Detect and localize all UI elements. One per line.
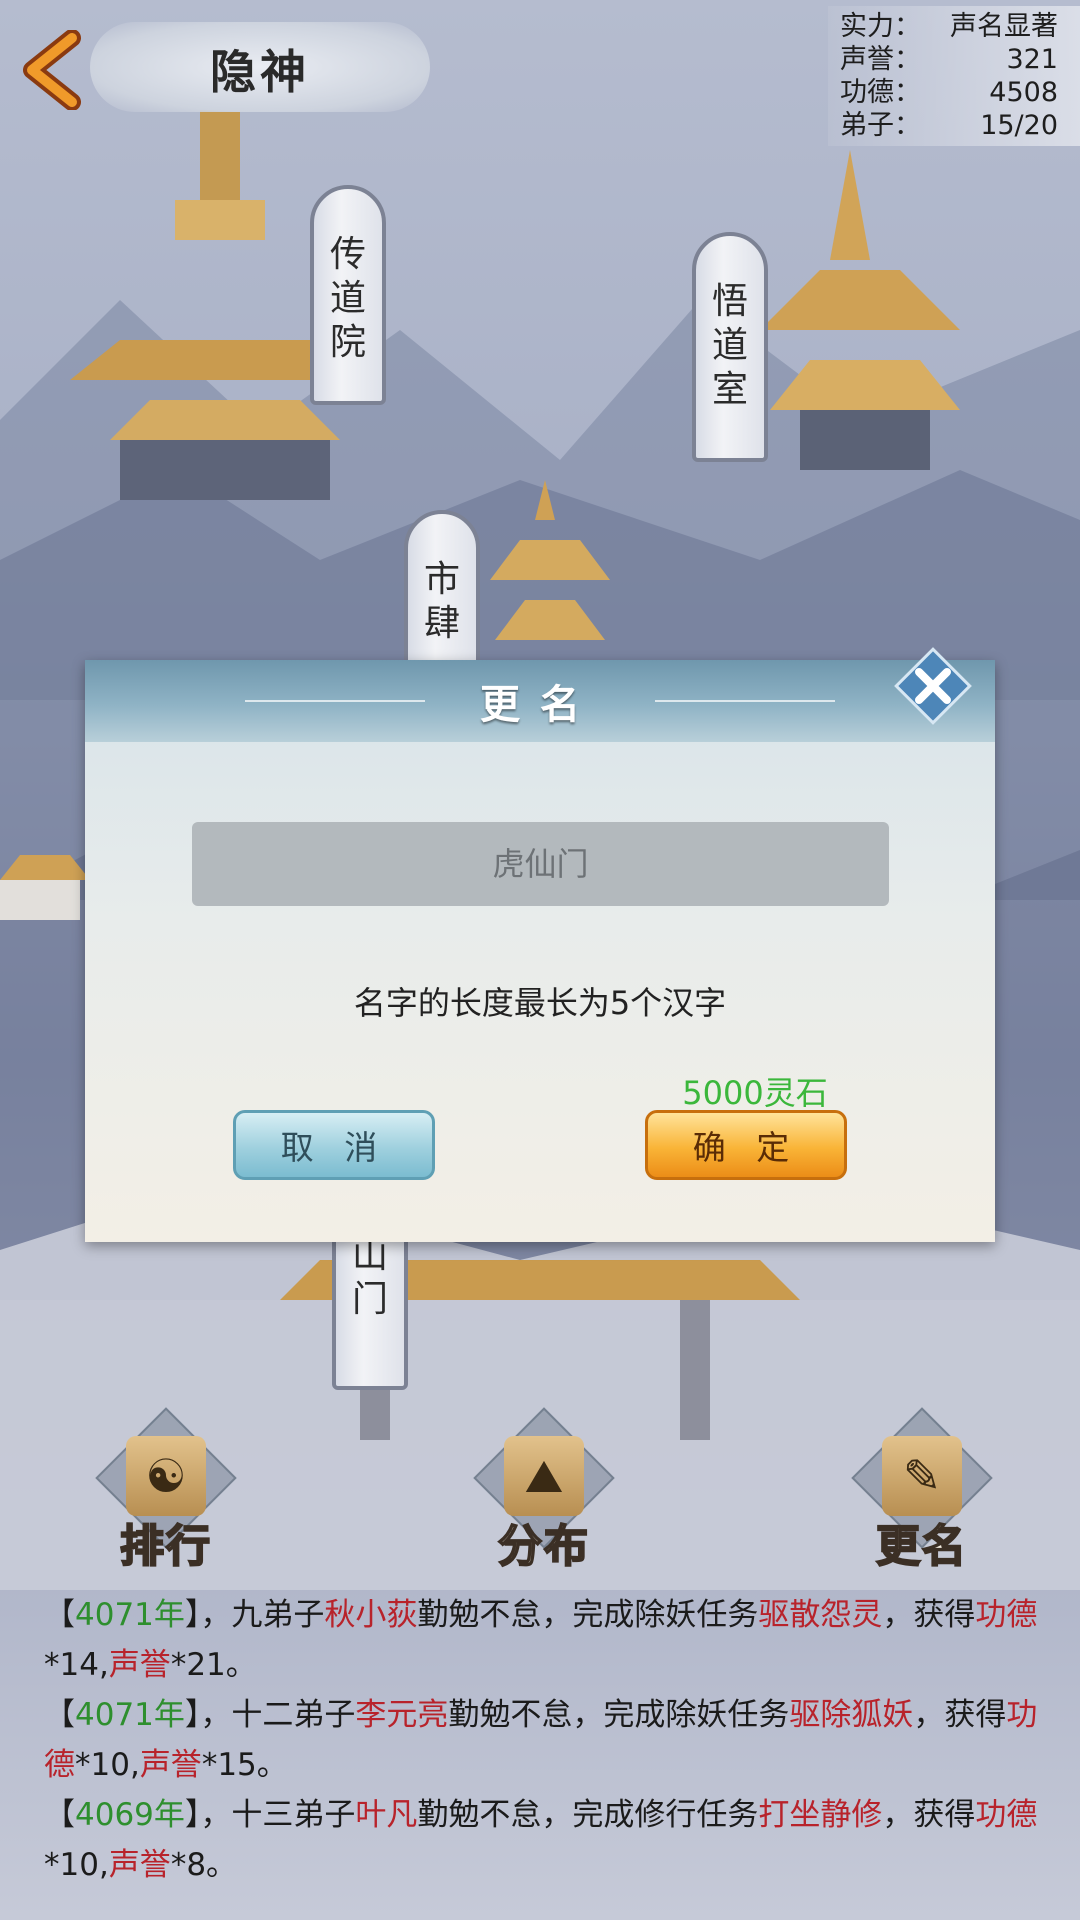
- stat-row-merit: 功德： 4508: [840, 77, 1058, 108]
- ranking-button[interactable]: ☯ 排行: [95, 1407, 237, 1573]
- stat-row-strength: 实力： 声名显著: [840, 11, 1058, 42]
- back-button[interactable]: [20, 29, 90, 111]
- brush-icon: ✎: [882, 1436, 962, 1516]
- back-arrow-icon: [23, 29, 81, 111]
- rename-cost: 5000灵石: [682, 1074, 828, 1112]
- stat-row-reputation: 声誉： 321: [840, 44, 1058, 75]
- close-button[interactable]: [893, 646, 973, 726]
- menu-label-rename: 更名: [875, 1520, 968, 1573]
- building-sign-chuandaoyuan[interactable]: 传 道 院: [310, 185, 386, 405]
- stat-row-disciples: 弟子： 15/20: [840, 110, 1058, 141]
- header-divider-left: [245, 700, 425, 702]
- menu-label-ranking: 排行: [119, 1520, 212, 1573]
- rename-menu-button[interactable]: ✎ 更名: [851, 1407, 993, 1573]
- yin-yang-icon: ☯: [126, 1436, 206, 1516]
- page-title: 隐神: [210, 45, 310, 99]
- menu-label-distribution: 分布: [497, 1520, 590, 1573]
- building-sign-wudaoshi[interactable]: 悟 道 室: [692, 232, 768, 462]
- event-log[interactable]: 【4071年】，九弟子秋小荻勤勉不怠，完成除妖任务驱散怨灵，获得功德*14,声誉…: [44, 1590, 1044, 1890]
- dialog-header: 更名: [85, 660, 995, 742]
- close-icon: [894, 647, 972, 725]
- building-sign-shisi[interactable]: 市 肆: [404, 510, 480, 670]
- name-length-hint: 名字的长度最长为5个汉字: [353, 984, 727, 1022]
- dialog-title: 更名: [480, 681, 600, 728]
- sect-name-input[interactable]: 虎仙门: [192, 822, 889, 906]
- sect-stats-panel: 实力： 声名显著 声誉： 321 功德： 4508 弟子： 15/20: [828, 6, 1080, 146]
- log-entry: 【4069年】，十三弟子叶凡勤勉不怠，完成修行任务打坐静修，获得功德*10,声誉…: [44, 1797, 1038, 1883]
- header-divider-right: [655, 700, 835, 702]
- log-entry: 【4071年】，十二弟子李元亮勤勉不怠，完成除妖任务驱除狐妖，获得功德*10,声…: [44, 1697, 1038, 1783]
- log-entry: 【4071年】，九弟子秋小荻勤勉不怠，完成除妖任务驱散怨灵，获得功德*14,声誉…: [44, 1597, 1038, 1683]
- map-icon: ⛰: [504, 1436, 584, 1516]
- confirm-button[interactable]: 确 定: [645, 1110, 847, 1180]
- cancel-button[interactable]: 取 消: [233, 1110, 435, 1180]
- rename-dialog: 更名 虎仙门 名字的长度最长为5个汉字 5000灵石 取 消 确 定: [85, 647, 995, 1242]
- distribution-button[interactable]: ⛰ 分布: [473, 1407, 615, 1573]
